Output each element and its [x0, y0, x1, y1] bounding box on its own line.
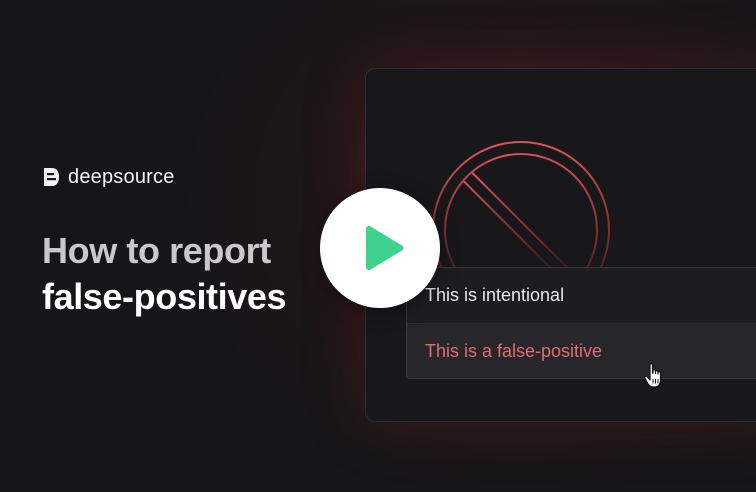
menu-item-false-positive[interactable]: This is a false-positive — [407, 323, 756, 378]
title-line-1: How to report — [42, 230, 271, 271]
brand-name: deepsource — [68, 165, 175, 188]
context-menu: This is intentional This is a false-posi… — [406, 267, 756, 379]
menu-item-intentional[interactable]: This is intentional — [407, 268, 756, 323]
page-title: How to report false-positives — [42, 228, 287, 320]
menu-item-label: This is a false-positive — [425, 340, 603, 361]
hand-pointer-icon — [644, 363, 662, 388]
video-thumbnail[interactable]: deepsource How to report false-positives… — [0, 0, 756, 492]
brand: deepsource — [42, 166, 175, 188]
play-icon — [366, 225, 404, 271]
menu-item-label: This is intentional — [425, 285, 565, 305]
play-button[interactable] — [320, 188, 440, 308]
deepsource-logo-icon — [44, 168, 59, 186]
title-line-2: false-positives — [42, 276, 287, 317]
